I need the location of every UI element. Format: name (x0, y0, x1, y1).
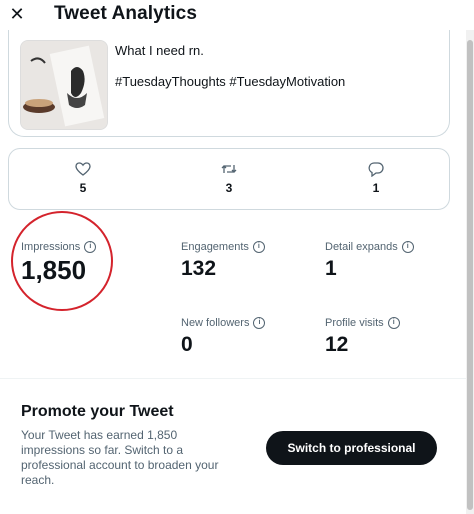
engagements-label: Engagements (181, 241, 249, 253)
info-icon[interactable]: i (252, 241, 265, 253)
tweet-hashtags: #TuesdayThoughts #TuesdayMotivation (115, 74, 346, 89)
engagements-metric: Engagements i 132 (181, 241, 265, 281)
header: ✕ Tweet Analytics (0, 0, 474, 30)
profile-visits-metric: Profile visits i 12 (325, 317, 400, 357)
replies-count: 1 (372, 181, 380, 195)
close-icon[interactable]: ✕ (8, 5, 26, 23)
retweet-icon (221, 165, 237, 173)
engagements-value: 132 (181, 257, 217, 280)
replies-stat[interactable]: 1 (356, 161, 396, 195)
info-icon[interactable]: i (253, 317, 266, 329)
new-followers-metric: New followers i 0 (181, 317, 266, 357)
likes-stat[interactable]: 5 (63, 161, 103, 195)
scrollbar-thumb[interactable] (467, 40, 473, 510)
scrollbar[interactable] (466, 0, 474, 514)
info-icon[interactable]: i (387, 317, 400, 329)
promo-title: Promote your Tweet (21, 403, 174, 420)
profile-visits-label: Profile visits (325, 317, 384, 329)
switch-to-professional-button[interactable]: Switch to professional (266, 431, 437, 465)
section-divider (0, 378, 466, 379)
retweets-stat[interactable]: 3 (209, 161, 249, 195)
detail-expands-metric: Detail expands i 1 (325, 241, 414, 281)
new-followers-label: New followers (181, 317, 250, 329)
new-followers-value: 0 (181, 333, 193, 356)
page-title: Tweet Analytics (54, 3, 197, 24)
annotation-circle (11, 211, 113, 311)
reply-icon (368, 162, 384, 177)
tweet-image (20, 40, 108, 130)
tweet-card[interactable]: What I need rn. #TuesdayThoughts #Tuesda… (8, 22, 450, 137)
promo-description: Your Tweet has earned 1,850 impressions … (21, 428, 219, 487)
retweets-count: 3 (225, 181, 233, 195)
detail-expands-value: 1 (325, 257, 337, 280)
detail-expands-label: Detail expands (325, 241, 398, 253)
tweet-text: What I need rn. (115, 43, 204, 58)
heart-icon (75, 162, 91, 176)
likes-count: 5 (79, 181, 87, 195)
info-icon[interactable]: i (401, 241, 414, 253)
profile-visits-value: 12 (325, 333, 349, 356)
engagement-stats-card: 5 3 1 (8, 148, 450, 210)
